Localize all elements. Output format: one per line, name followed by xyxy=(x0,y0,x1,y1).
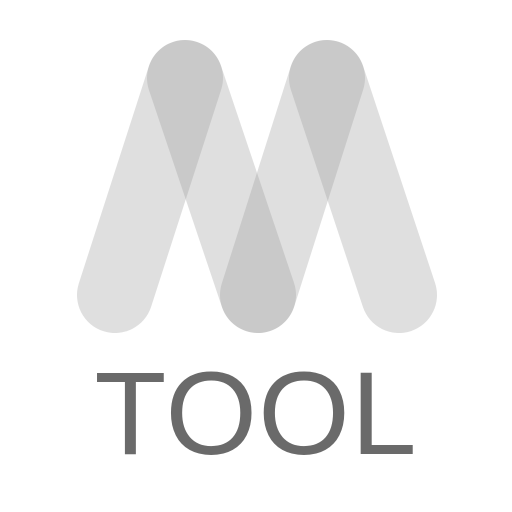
wordmark-text: TOOL xyxy=(94,348,418,480)
app-icon: TOOL xyxy=(0,0,512,512)
m-stroke-4 xyxy=(289,40,437,333)
